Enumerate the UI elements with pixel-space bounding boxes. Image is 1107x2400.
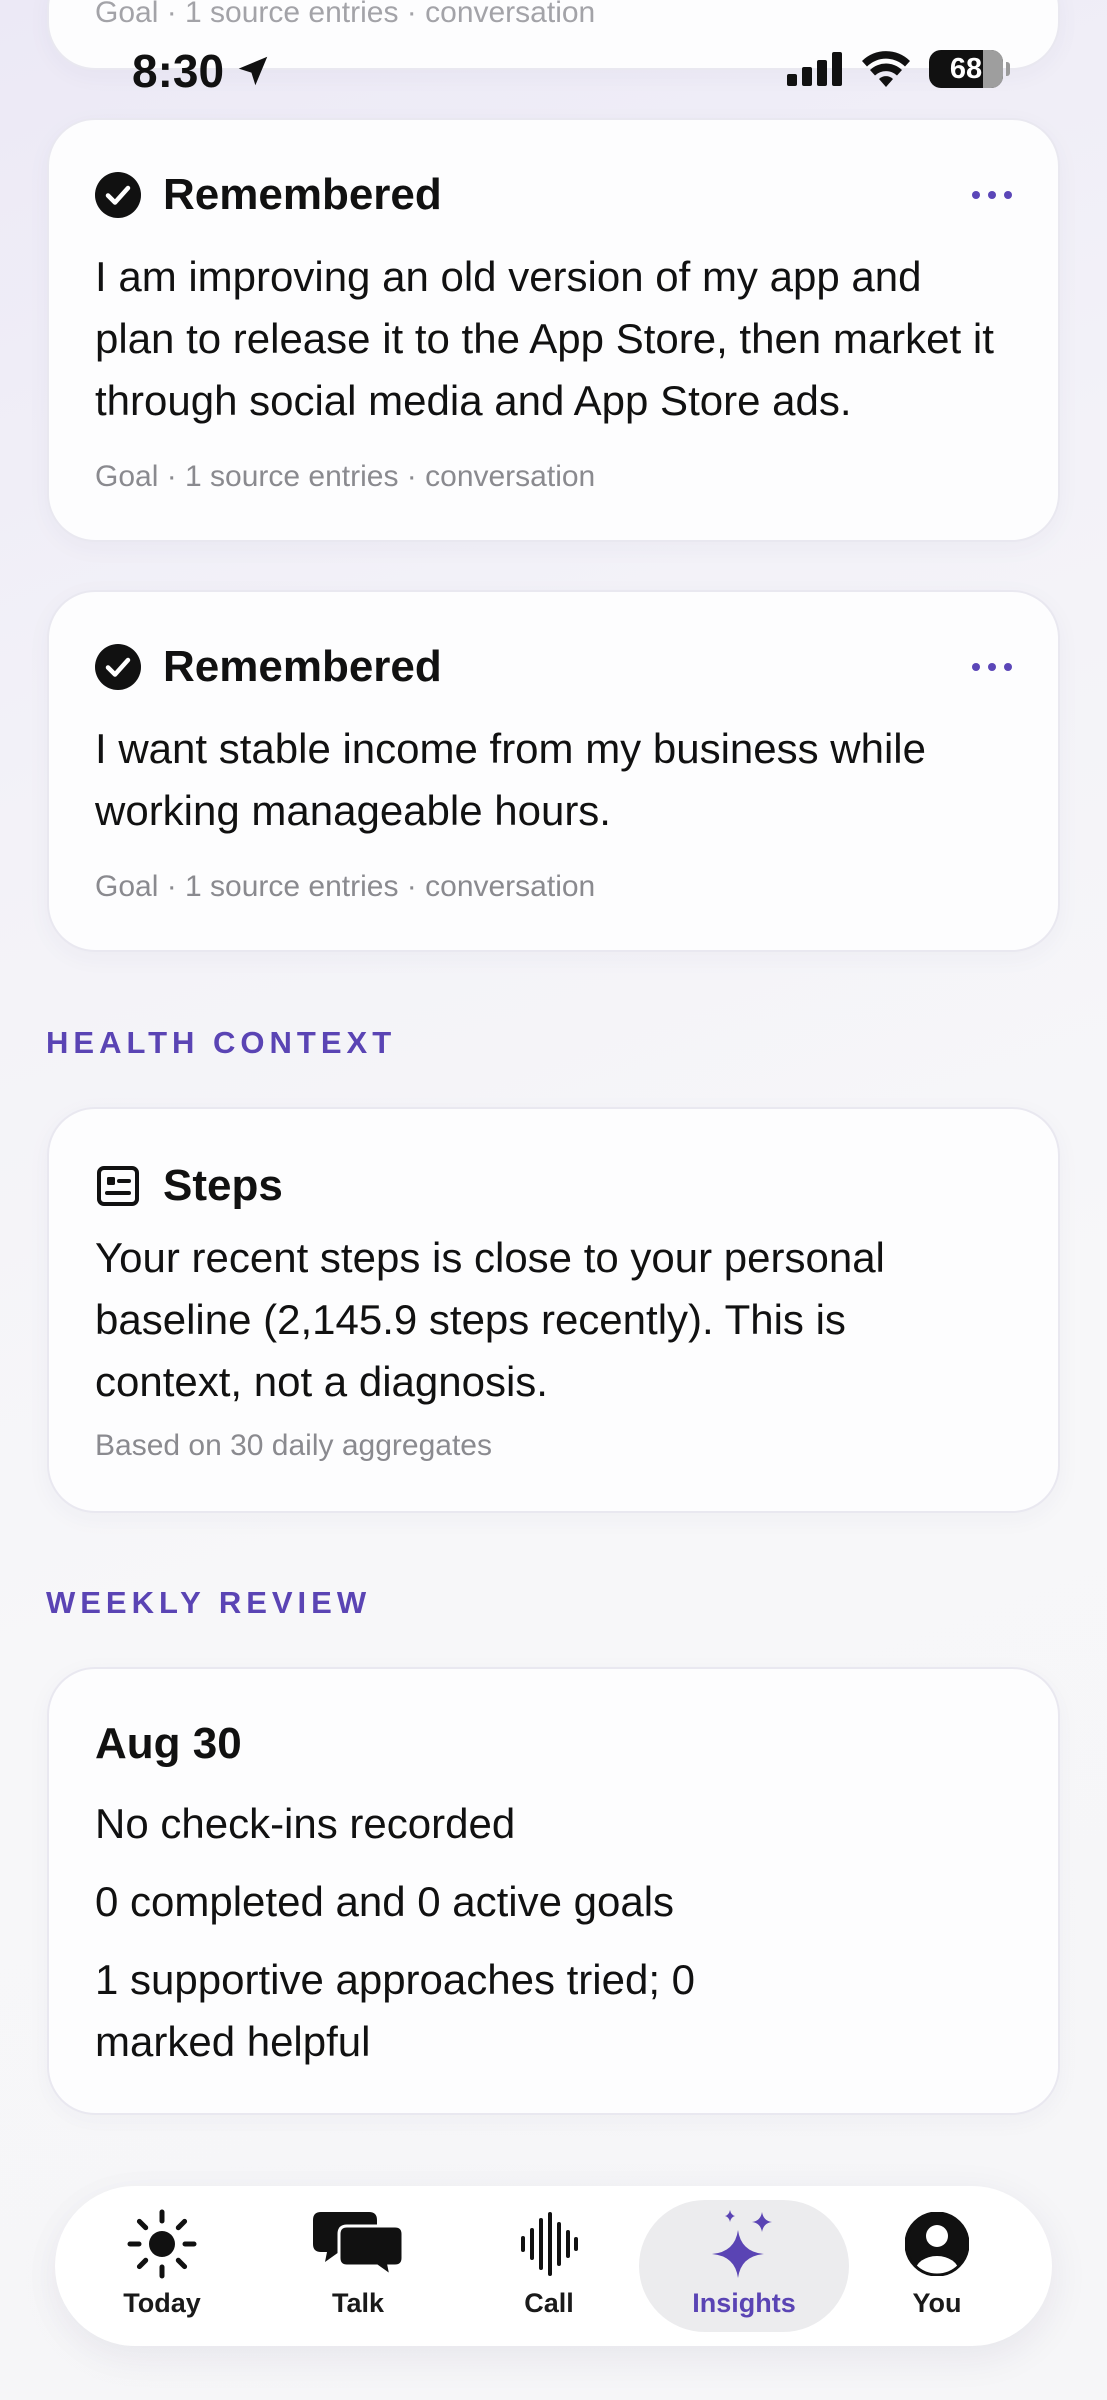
more-options-icon[interactable] (972, 663, 1012, 671)
status-time-text: 8:30 (132, 45, 225, 97)
location-arrow-icon (238, 56, 268, 86)
goal-card-header: Remembered (95, 170, 1012, 220)
goal-card-title: Remembered (163, 642, 442, 691)
more-options-icon[interactable] (972, 191, 1012, 199)
health-card: Steps Your recent steps is close to your… (47, 1107, 1060, 1513)
tab-today-label: Today (123, 2288, 201, 2318)
battery-icon: 68 (929, 50, 1010, 88)
person-circle-icon (905, 2212, 969, 2276)
tab-insights[interactable]: Insights (639, 2200, 849, 2332)
tab-talk-label: Talk (331, 2288, 385, 2318)
health-card-meta: Based on 30 daily aggregates (95, 1429, 492, 1462)
weekly-review-line: No check-ins recorded (95, 1800, 516, 1847)
goal-card: Remembered I am improving an old version… (47, 118, 1060, 542)
tab-talk[interactable]: Talk (253, 2200, 463, 2332)
tab-insights-label: Insights (692, 2288, 796, 2318)
status-indicators: 68 (787, 50, 1010, 88)
section-header-weekly-review: WEEKLY REVIEW (46, 1585, 372, 1620)
health-card-title: Steps (163, 1161, 283, 1210)
tab-you-label: You (912, 2288, 962, 2318)
checkmark-circle-icon (95, 644, 141, 690)
goal-meta: Goal · 1 source entries · conversation (95, 0, 596, 29)
health-card-text: Your recent steps is close to your perso… (95, 1234, 885, 1405)
weekly-review-date: Aug 30 (95, 1719, 242, 1768)
tab-bar: Today Talk Call Insights You (55, 2186, 1052, 2346)
battery-level: 68 (949, 52, 983, 85)
goal-meta: Goal · 1 source entries · conversation (95, 870, 596, 903)
status-time: 8:30 (132, 44, 272, 98)
waveform-icon (521, 2212, 578, 2276)
tab-call[interactable]: Call (444, 2200, 654, 2332)
goal-card-title: Remembered (163, 170, 442, 219)
goal-card-text: I want stable income from my business wh… (95, 725, 926, 834)
tab-today[interactable]: Today (57, 2200, 267, 2332)
weekly-review-line: 1 supportive approaches tried; 0 marked … (95, 1956, 696, 2065)
sun-icon (127, 2209, 197, 2279)
goal-card-text: I am improving an old version of my app … (95, 253, 994, 424)
cellular-signal-icon (787, 52, 842, 86)
goal-meta: Goal · 1 source entries · conversation (95, 460, 596, 493)
wifi-icon (862, 51, 910, 87)
health-card-header: Steps (95, 1161, 1012, 1211)
goal-card: Remembered I want stable income from my … (47, 590, 1060, 952)
checkmark-circle-icon (95, 172, 141, 218)
sparkles-icon (712, 2210, 772, 2278)
tab-call-label: Call (524, 2288, 574, 2318)
weekly-review-card: Aug 30 No check-ins recorded 0 completed… (47, 1667, 1060, 2115)
chat-bubbles-icon (313, 2212, 403, 2280)
goal-card-header: Remembered (95, 642, 1012, 692)
tab-you[interactable]: You (832, 2200, 1042, 2332)
steps-summary-icon (97, 1166, 139, 1206)
weekly-review-line: 0 completed and 0 active goals (95, 1878, 675, 1925)
section-header-health-context: HEALTH CONTEXT (46, 1025, 397, 1060)
